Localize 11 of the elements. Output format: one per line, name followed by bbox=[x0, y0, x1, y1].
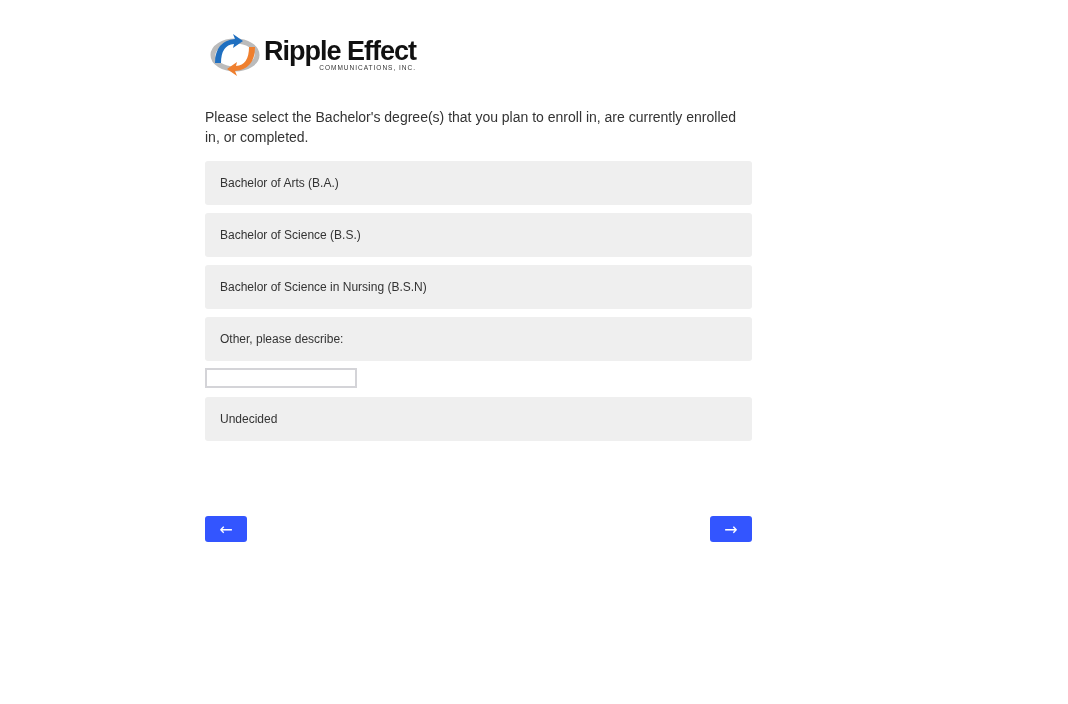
logo-wordmark: Ripple Effect bbox=[264, 38, 417, 66]
answer-option[interactable]: Other, please describe: bbox=[205, 317, 752, 361]
answer-option[interactable]: Bachelor of Arts (B.A.) bbox=[205, 161, 752, 205]
answer-option[interactable]: Undecided bbox=[205, 397, 752, 441]
answer-option[interactable]: Bachelor of Science (B.S.) bbox=[205, 213, 752, 257]
answer-option[interactable]: Bachelor of Science in Nursing (B.S.N) bbox=[205, 265, 752, 309]
back-button[interactable]: ← bbox=[205, 516, 247, 542]
next-button[interactable]: → bbox=[710, 516, 752, 542]
ripple-arrows-icon bbox=[209, 33, 261, 77]
describe-field[interactable] bbox=[205, 368, 357, 388]
question-text: Please select the Bachelor's degree(s) that you plan to enroll in, are currently enrolled in, or completed. bbox=[205, 108, 738, 147]
